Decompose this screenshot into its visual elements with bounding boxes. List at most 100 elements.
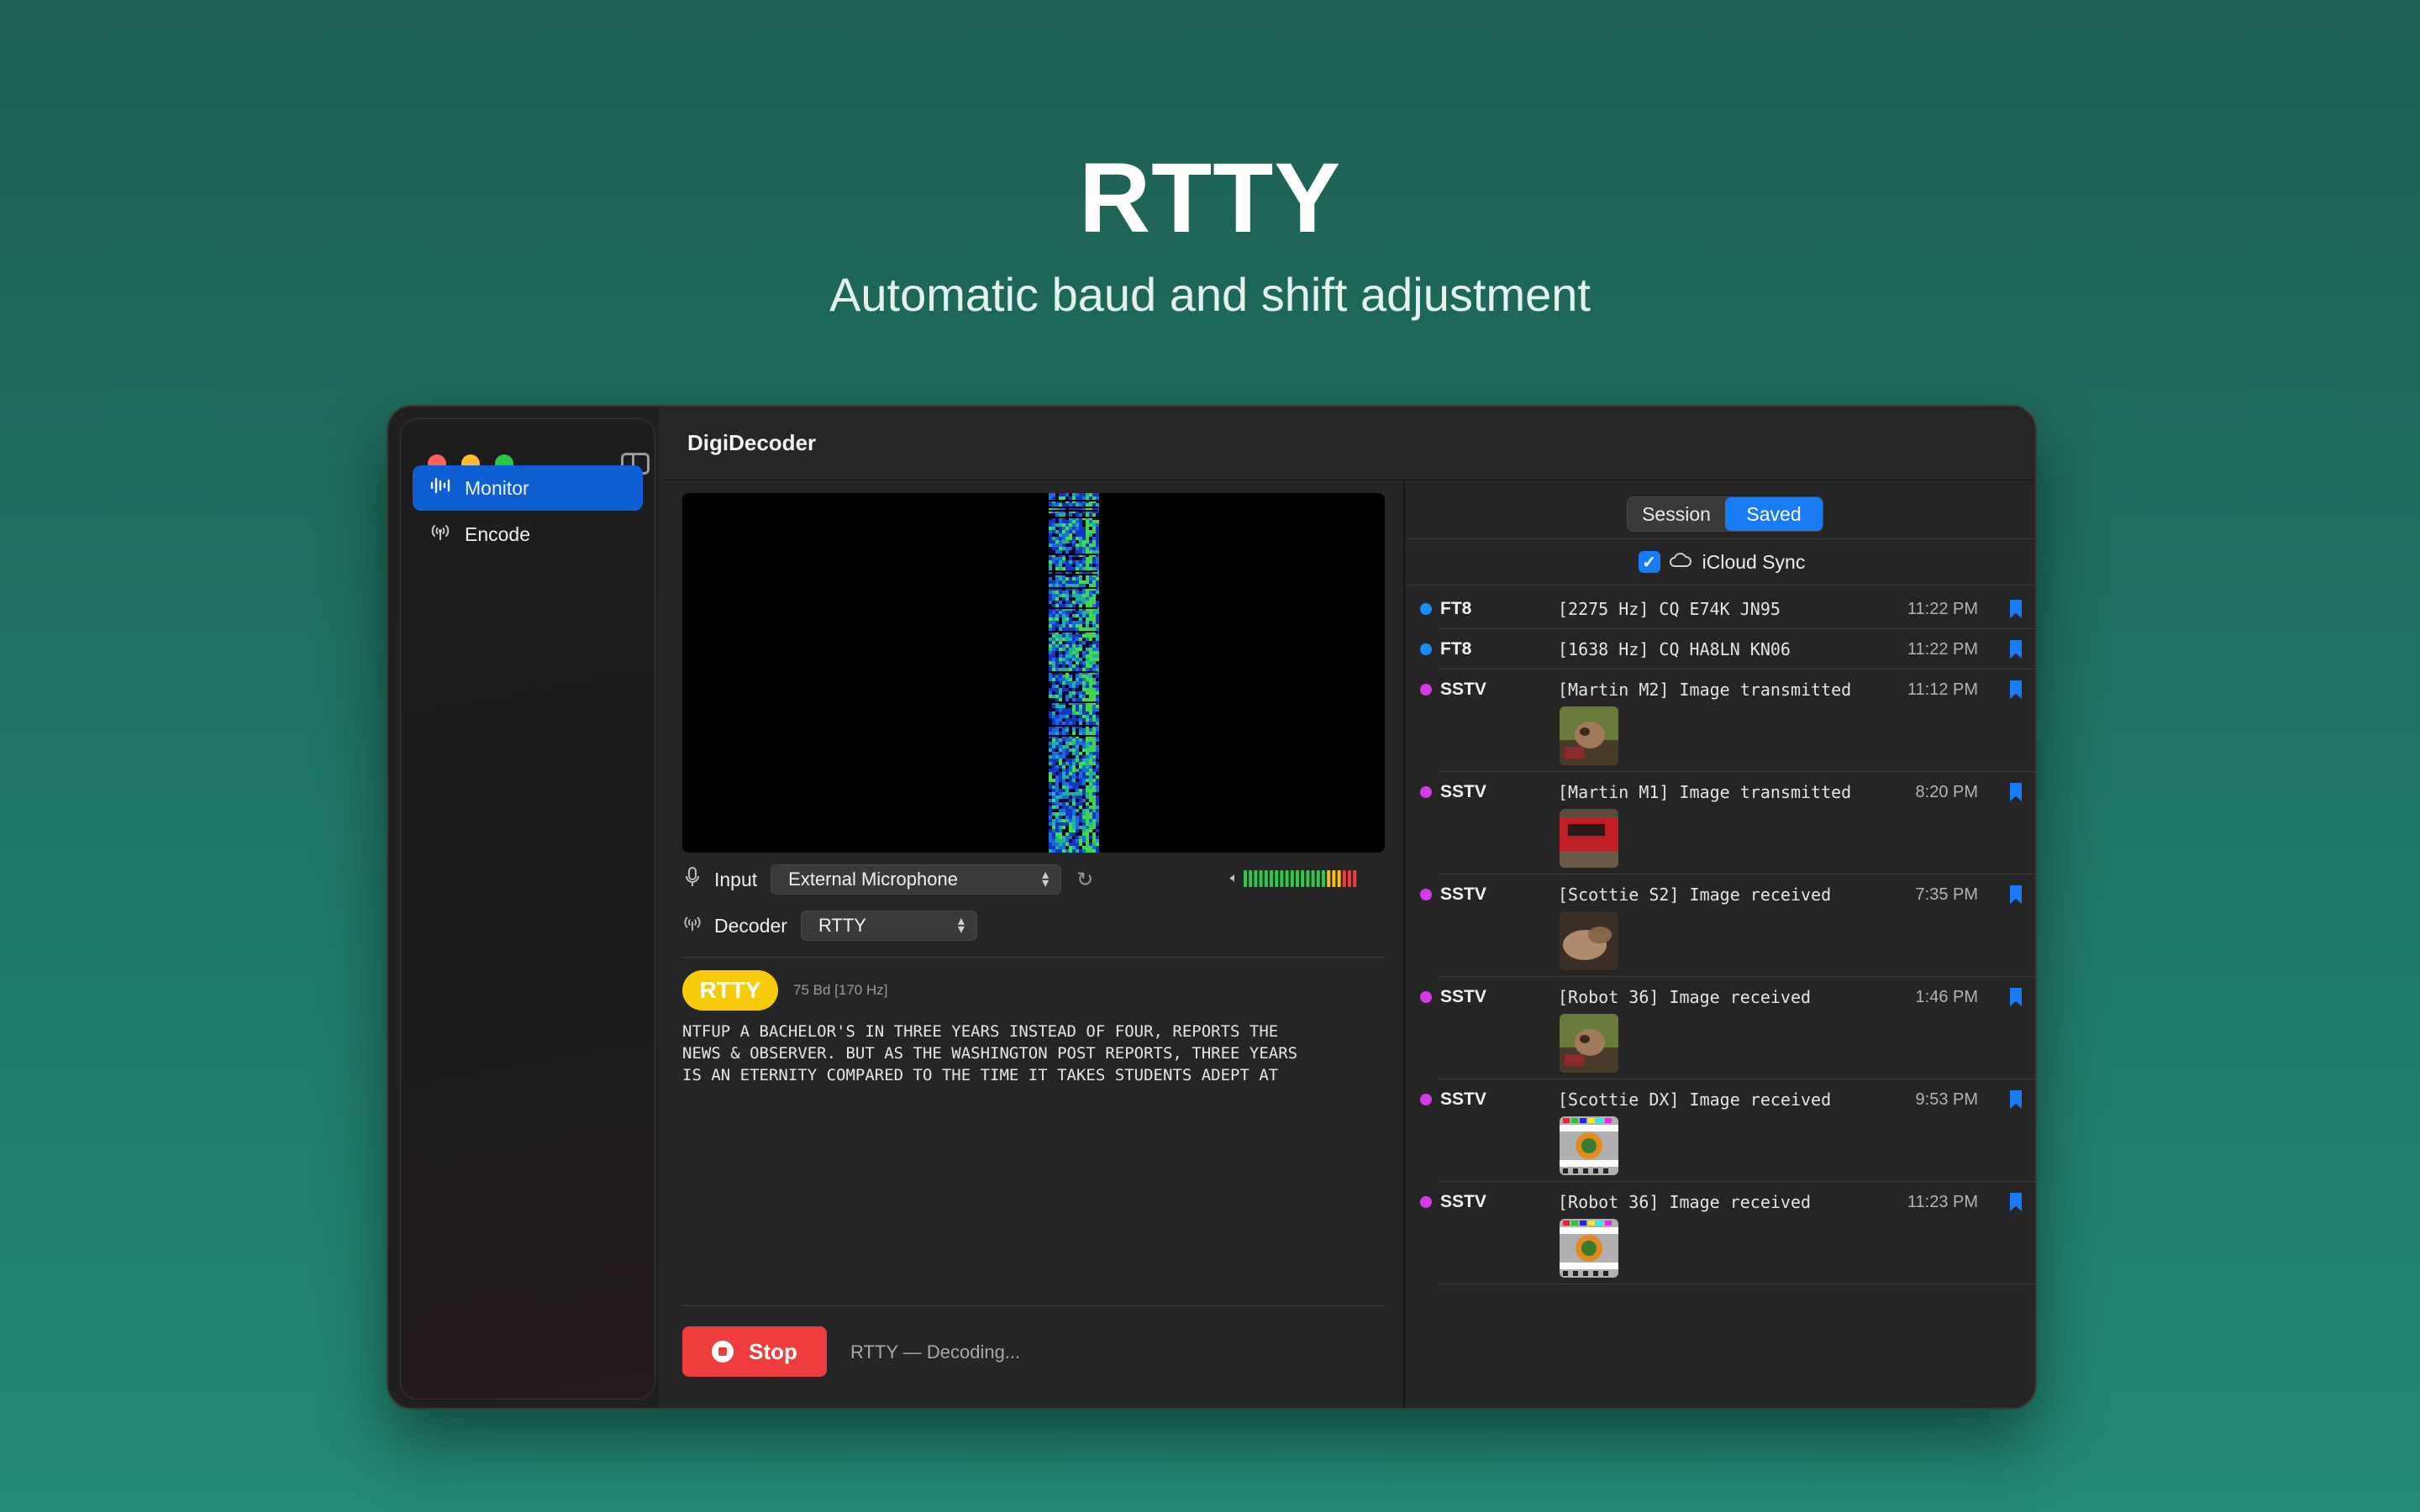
level-segment	[1337, 870, 1341, 887]
level-segment	[1248, 870, 1252, 887]
decoder-value: RTTY	[818, 915, 866, 936]
mode-dot-icon	[1420, 643, 1432, 655]
input-device-select[interactable]: External Microphone ▴ ▾	[771, 864, 1062, 895]
log-message: [Robot 36] Image received	[1558, 1192, 1812, 1212]
log-tab-control: Session Saved	[1627, 496, 1823, 532]
image-thumbnail[interactable]	[1560, 706, 1618, 765]
decoder-select[interactable]: RTTY ▴ ▾	[800, 911, 977, 941]
log-entry[interactable]: SSTV [Martin M1] Image transmitted 8:20 PM	[1407, 772, 2035, 874]
divider	[682, 1305, 1385, 1306]
mode-dot-icon	[1420, 1094, 1432, 1105]
decoded-text[interactable]: NTFUP A BACHELOR'S IN THREE YEARS INSTEA…	[682, 1021, 1388, 1086]
log-mode: SSTV	[1440, 1089, 1486, 1109]
waveform-icon	[428, 476, 453, 500]
divider	[682, 957, 1385, 958]
level-segment	[1332, 870, 1336, 887]
input-device-value: External Microphone	[788, 869, 958, 890]
bookmark-icon[interactable]	[2010, 600, 2022, 618]
bookmark-icon[interactable]	[2010, 988, 2022, 1006]
level-segment	[1326, 870, 1330, 887]
waterfall-display[interactable]	[682, 493, 1385, 853]
bookmark-icon[interactable]	[2010, 680, 2022, 699]
bookmark-icon[interactable]	[2010, 783, 2022, 801]
status-text: RTTY — Decoding...	[850, 1341, 1021, 1362]
log-message: [2275 Hz] CQ E74K JN95	[1558, 599, 1781, 619]
log-message: [Scottie DX] Image received	[1558, 1089, 1832, 1110]
level-segment	[1321, 870, 1325, 887]
stop-label: Stop	[749, 1338, 797, 1364]
app-window: Monitor Encode DigiDecoder Input Externa…	[387, 405, 2037, 1410]
antenna-icon	[682, 914, 702, 937]
stop-button[interactable]: Stop	[682, 1326, 827, 1377]
log-message: [Robot 36] Image received	[1558, 987, 1812, 1007]
decoder-pane: Input External Microphone ▴ ▾ ↻ 🔈︎ Decode…	[659, 481, 1405, 1408]
icloud-sync-row: ✓ iCloud Sync	[1407, 538, 2035, 585]
level-segment	[1280, 870, 1284, 887]
bookmark-icon[interactable]	[2010, 1090, 2022, 1109]
log-entry[interactable]: SSTV [Robot 36] Image received 1:46 PM	[1407, 977, 2035, 1079]
tab-session[interactable]: Session	[1628, 497, 1725, 531]
hero-title: RTTY	[1078, 143, 1342, 254]
image-thumbnail[interactable]	[1560, 809, 1618, 868]
cloud-icon	[1669, 551, 1692, 573]
image-thumbnail[interactable]	[1560, 1014, 1618, 1073]
decoder-label: Decoder	[714, 914, 787, 937]
image-thumbnail[interactable]	[1560, 911, 1618, 970]
decoder-row: Decoder RTTY ▴ ▾	[682, 911, 977, 941]
log-entry[interactable]: SSTV [Scottie DX] Image received 9:53 PM	[1407, 1079, 2035, 1182]
refresh-icon[interactable]: ↻	[1076, 868, 1093, 892]
sidebar-item-encode[interactable]: Encode	[413, 512, 643, 557]
log-entry[interactable]: SSTV [Robot 36] Image received 11:23 PM	[1407, 1182, 2035, 1284]
icloud-sync-label: iCloud Sync	[1702, 550, 1806, 573]
image-thumbnail[interactable]	[1560, 1219, 1618, 1278]
log-time: 9:53 PM	[1915, 1090, 1978, 1109]
bookmark-icon[interactable]	[2010, 1193, 2022, 1211]
level-segment	[1264, 870, 1268, 887]
stop-icon	[712, 1341, 734, 1362]
level-segment	[1352, 870, 1356, 887]
log-time: 7:35 PM	[1915, 885, 1978, 904]
log-entry[interactable]: FT8 [1638 Hz] CQ HA8LN KN06 11:22 PM	[1407, 629, 2035, 669]
level-segment	[1259, 870, 1263, 887]
level-segment	[1311, 870, 1315, 887]
antenna-icon	[428, 522, 453, 546]
chevron-updown-icon: ▴ ▾	[957, 914, 965, 937]
microphone-icon	[682, 867, 702, 892]
tab-saved[interactable]: Saved	[1725, 497, 1823, 531]
image-thumbnail[interactable]	[1560, 1116, 1618, 1175]
sidebar: Monitor Encode	[400, 418, 655, 1399]
chevron-updown-icon: ▴ ▾	[1042, 868, 1050, 890]
log-entry[interactable]: SSTV [Scottie S2] Image received 7:35 PM	[1407, 874, 2035, 977]
log-mode: FT8	[1440, 599, 1472, 618]
hero-subtitle: Automatic baud and shift adjustment	[829, 268, 1591, 321]
icloud-sync-checkbox[interactable]: ✓	[1638, 551, 1660, 573]
input-label: Input	[714, 868, 758, 890]
log-mode: SSTV	[1440, 987, 1486, 1006]
log-entry[interactable]: SSTV [Martin M2] Image transmitted 11:12 P…	[1407, 669, 2035, 772]
mode-dot-icon	[1420, 603, 1432, 615]
log-time: 11:22 PM	[1907, 600, 1978, 618]
mode-dot-icon	[1420, 1196, 1432, 1208]
sidebar-item-label: Encode	[465, 522, 531, 545]
log-message: [Martin M2] Image transmitted	[1558, 680, 1852, 700]
level-segment	[1290, 870, 1294, 887]
mode-dot-icon	[1420, 889, 1432, 900]
bookmark-icon[interactable]	[2010, 885, 2022, 904]
log-message: [Scottie S2] Image received	[1558, 885, 1832, 905]
log-time: 1:46 PM	[1915, 988, 1978, 1006]
level-segment	[1306, 870, 1310, 887]
level-segment	[1285, 870, 1289, 887]
main-area: DigiDecoder Input External Microphone ▴ ▾…	[659, 407, 2035, 1408]
bookmark-icon[interactable]	[2010, 640, 2022, 659]
level-segment	[1243, 870, 1247, 887]
log-time: 11:22 PM	[1907, 640, 1978, 659]
sidebar-item-monitor[interactable]: Monitor	[413, 465, 643, 511]
log-time: 11:23 PM	[1907, 1193, 1978, 1211]
log-mode: SSTV	[1440, 680, 1486, 699]
app-title: DigiDecoder	[687, 430, 817, 455]
level-segment	[1347, 870, 1351, 887]
log-entry[interactable]: FT8 [2275 Hz] CQ E74K JN95 11:22 PM	[1407, 589, 2035, 629]
mode-badge: RTTY	[682, 970, 778, 1011]
log-mode: SSTV	[1440, 885, 1486, 904]
baud-shift-info: 75 Bd [170 Hz]	[793, 982, 888, 998]
